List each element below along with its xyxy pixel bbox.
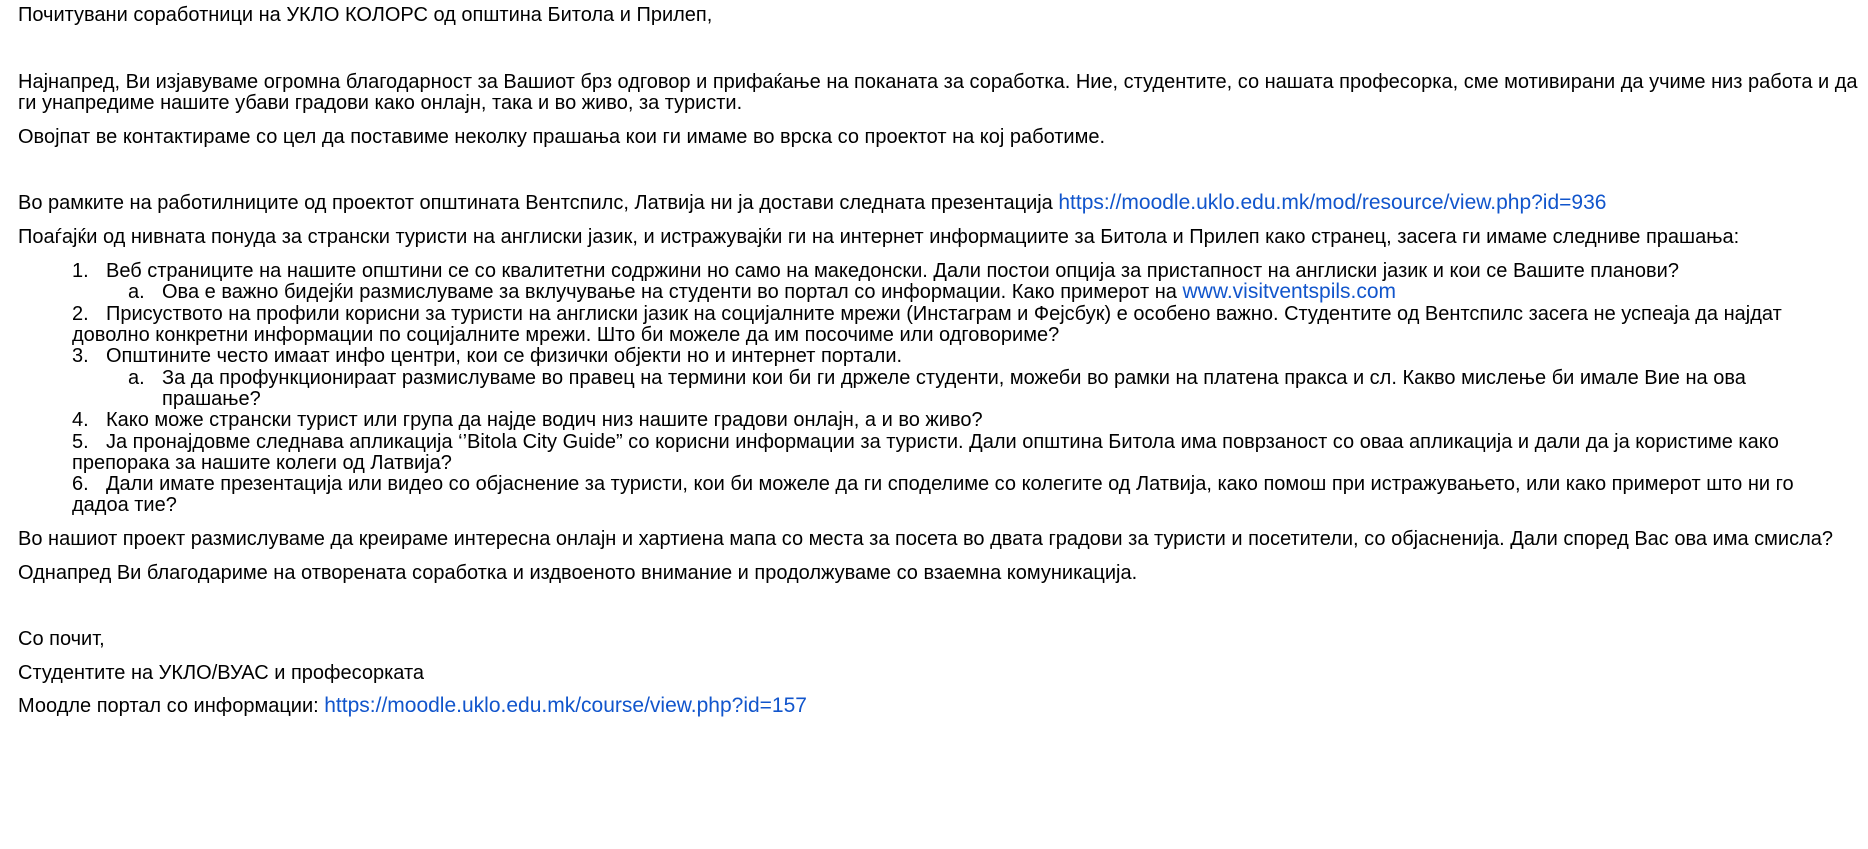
list-letter-3a: a.	[128, 367, 145, 389]
closing: Со почит,	[18, 628, 105, 650]
list-number-3: 3.	[72, 345, 89, 367]
portal-label: Моодле портал со информации:	[18, 695, 319, 717]
list-subitem-3a: a. За да профункционираат размислуваме во…	[128, 365, 1746, 391]
question-3a-text-line1: За да профункционираат размислуваме во п…	[162, 367, 1746, 389]
portal-link[interactable]: https://moodle.uklo.edu.mk/course/view.p…	[324, 694, 807, 717]
presentation-text: Во рамките на работилниците од проектот …	[18, 192, 1053, 214]
portal-paragraph: Моодле портал со информации: https://moo…	[18, 693, 807, 719]
question-4-text: Како може странски турист или група да н…	[106, 409, 983, 431]
purpose-paragraph: Овојпат ве контактираме со цел да постав…	[18, 126, 1106, 148]
presentation-paragraph: Во рамките на работилниците од проектот …	[18, 190, 1606, 216]
list-item-6: 6. Дали имате презентација или видео со о…	[72, 471, 1794, 497]
intro-paragraph-line2: ги унапредиме нашите убави градови како …	[18, 92, 743, 114]
question-6-text-line2: дадоа тие?	[72, 494, 177, 516]
signature: Студентите на УКЛО/ВУАС и професорката	[18, 662, 424, 684]
question-3-text: Општините често имаат инфо центри, кои с…	[106, 345, 903, 367]
greeting: Почитувани соработници на УКЛО КОЛОРС од…	[18, 4, 713, 26]
map-idea-paragraph: Во нашиот проект размислуваме да креирам…	[18, 528, 1833, 550]
thanks-paragraph: Однапред Ви благодариме на отворената со…	[18, 562, 1138, 584]
presentation-link[interactable]: https://moodle.uklo.edu.mk/mod/resource/…	[1058, 191, 1606, 214]
visitventspils-link[interactable]: www.visitventspils.com	[1182, 280, 1396, 303]
question-1a-text: Ова е важно бидејќи размислуваме за вклу…	[162, 281, 1177, 303]
questions-intro: Поаѓајќи од нивната понуда за странски т…	[18, 226, 1740, 248]
list-number-1: 1.	[72, 260, 89, 282]
question-6-text-line1: Дали имате презентација или видео со обј…	[106, 473, 1794, 495]
